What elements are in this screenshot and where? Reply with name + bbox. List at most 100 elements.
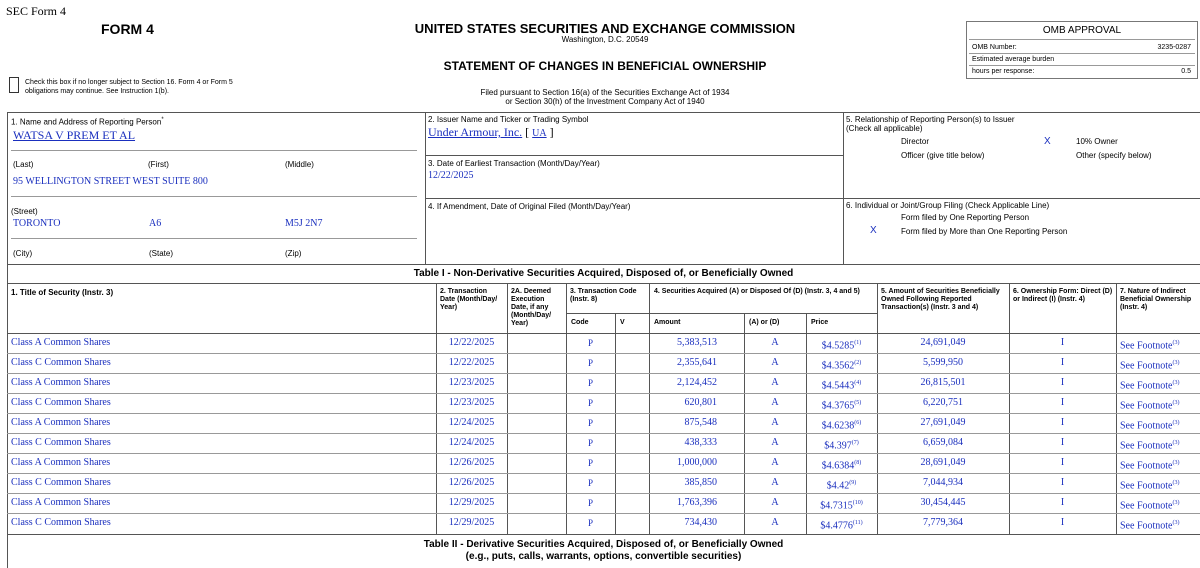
price-footnote: (1) xyxy=(854,340,862,346)
col6-header: 6. Ownership Form: Direct (D) or Indirec… xyxy=(1013,288,1113,303)
price-value: $4.7315 xyxy=(820,500,853,512)
price: $4.7315(10) xyxy=(806,497,877,512)
aord-header: (A) or (D) xyxy=(749,319,780,326)
filing-one-label: Form filed by One Reporting Person xyxy=(901,213,1030,222)
ten-pct-label: 10% Owner xyxy=(1076,137,1118,146)
price-footnote: (2) xyxy=(854,360,862,366)
amount-owned: 6,659,084 xyxy=(923,437,963,448)
amount-owned: 7,779,364 xyxy=(923,517,963,528)
agency-location: Washington, D.C. 20549 xyxy=(561,35,649,44)
nature-value: See Footnote xyxy=(1120,340,1173,352)
amount: 734,430 xyxy=(684,517,718,528)
ownership-form: I xyxy=(1060,517,1065,528)
nature-of-ownership: See Footnote(3) xyxy=(1120,397,1180,412)
amount-owned: 26,815,501 xyxy=(920,377,966,388)
col3-header: 3. Transaction Code (Instr. 8) xyxy=(570,288,637,303)
filing-more-label: Form filed by More than One Reporting Pe… xyxy=(901,227,1068,236)
security-title: Class A Common Shares xyxy=(11,457,111,468)
col5-header: 5. Amount of Securities Beneficially Own… xyxy=(881,288,1000,311)
acquired-disposed: A xyxy=(771,517,779,528)
filed-pursuant-line-2: or Section 30(h) of the Investment Compa… xyxy=(505,97,705,106)
transaction-date: 12/29/2025 xyxy=(448,497,495,508)
transaction-date: 12/26/2025 xyxy=(448,457,495,468)
price-value: $4.3765 xyxy=(821,400,855,412)
price-footnote: (6) xyxy=(854,420,862,426)
amount: 1,763,396 xyxy=(677,497,717,508)
nature-of-ownership: See Footnote(3) xyxy=(1120,517,1180,532)
ownership-form: I xyxy=(1060,337,1065,348)
city-label: (City) xyxy=(13,249,33,258)
table2-title-2: (e.g., puts, calls, warrants, options, c… xyxy=(465,551,742,562)
col1-header: 1. Title of Security (Instr. 3) xyxy=(11,288,114,297)
price-value: $4.6238 xyxy=(821,420,855,432)
transaction-date: 12/22/2025 xyxy=(448,337,495,348)
security-title: Class C Common Shares xyxy=(11,437,111,448)
other-label: Other (specify below) xyxy=(1076,151,1152,160)
col7-header: 7. Nature of Indirect Beneficial Ownersh… xyxy=(1120,288,1192,311)
agency-title: UNITED STATES SECURITIES AND EXCHANGE CO… xyxy=(414,21,796,36)
nature-of-ownership: See Footnote(3) xyxy=(1120,337,1180,352)
nature-of-ownership: See Footnote(3) xyxy=(1120,417,1180,432)
state-value: A6 xyxy=(149,218,162,229)
amount-owned: 7,044,934 xyxy=(923,477,963,488)
price-value: $4.42 xyxy=(826,480,850,492)
nature-of-ownership: See Footnote(3) xyxy=(1120,477,1180,492)
nature-of-ownership: See Footnote(3) xyxy=(1120,437,1180,452)
security-title: Class A Common Shares xyxy=(11,377,111,388)
nature-footnote: (3) xyxy=(1172,380,1180,386)
security-title: Class A Common Shares xyxy=(11,417,111,428)
nature-value: See Footnote xyxy=(1120,480,1173,492)
amount-owned: 24,691,049 xyxy=(920,337,966,348)
nature-footnote: (3) xyxy=(1172,500,1180,506)
price-value: $4.5285 xyxy=(821,340,855,352)
omb-hours-label: hours per response: xyxy=(972,68,1035,75)
amount-owned: 27,691,049 xyxy=(920,417,966,428)
reporting-person-name-link[interactable]: WATSA V PREM ET AL xyxy=(13,128,135,143)
col4-header: 4. Securities Acquired (A) or Disposed O… xyxy=(654,288,860,295)
omb-title: OMB APPROVAL xyxy=(1042,25,1122,36)
security-title: Class A Common Shares xyxy=(11,497,111,508)
nature-footnote: (3) xyxy=(1172,400,1180,406)
filing-more-mark: X xyxy=(870,225,877,236)
price: $4.5285(1) xyxy=(806,337,877,352)
transaction-code: P xyxy=(587,498,593,508)
acquired-disposed: A xyxy=(771,497,779,508)
omb-approval-box: OMB APPROVAL OMB Number: 3235-0287 Estim… xyxy=(966,21,1198,79)
price-value: $4.5443 xyxy=(821,380,855,392)
nature-footnote: (3) xyxy=(1172,440,1180,446)
price-footnote: (9) xyxy=(849,480,857,486)
filing-label: 6. Individual or Joint/Group Filing (Che… xyxy=(846,201,1050,210)
acquired-disposed: A xyxy=(771,337,779,348)
nature-of-ownership: See Footnote(3) xyxy=(1120,497,1180,512)
col2a-header: 2A. Deemed Execution Date, if any (Month… xyxy=(511,288,552,327)
issuer-ticker-link[interactable]: UA xyxy=(532,128,546,139)
code-header: Code xyxy=(571,319,589,326)
nature-value: See Footnote xyxy=(1120,440,1173,452)
ownership-form: I xyxy=(1060,477,1065,488)
nature-footnote: (3) xyxy=(1172,340,1180,346)
transaction-code: P xyxy=(587,478,593,488)
transaction-date: 12/26/2025 xyxy=(448,477,495,488)
ownership-form: I xyxy=(1060,437,1065,448)
transaction-code: P xyxy=(587,378,593,388)
nature-value: See Footnote xyxy=(1120,380,1173,392)
acquired-disposed: A xyxy=(771,357,779,368)
table2-title-1: Table II - Derivative Securities Acquire… xyxy=(423,539,784,550)
nature-footnote: (3) xyxy=(1172,420,1180,426)
transaction-date: 12/24/2025 xyxy=(448,417,495,428)
acquired-disposed: A xyxy=(771,377,779,388)
issuer-name-link[interactable]: Under Armour, Inc. xyxy=(428,125,522,139)
nature-footnote: (3) xyxy=(1172,520,1180,526)
amount-owned: 5,599,950 xyxy=(923,357,963,368)
amount: 385,850 xyxy=(684,477,718,488)
v-header: V xyxy=(620,319,625,326)
acquired-disposed: A xyxy=(771,437,779,448)
amount: 2,124,452 xyxy=(677,377,717,388)
price-header: Price xyxy=(811,319,829,326)
zip-value: M5J 2N7 xyxy=(285,218,323,229)
nature-value: See Footnote xyxy=(1120,460,1173,472)
amount-owned: 6,220,751 xyxy=(923,397,963,408)
price: $4.6384(8) xyxy=(806,457,877,472)
acquired-disposed: A xyxy=(771,417,779,428)
section16-checkbox[interactable] xyxy=(9,77,19,93)
